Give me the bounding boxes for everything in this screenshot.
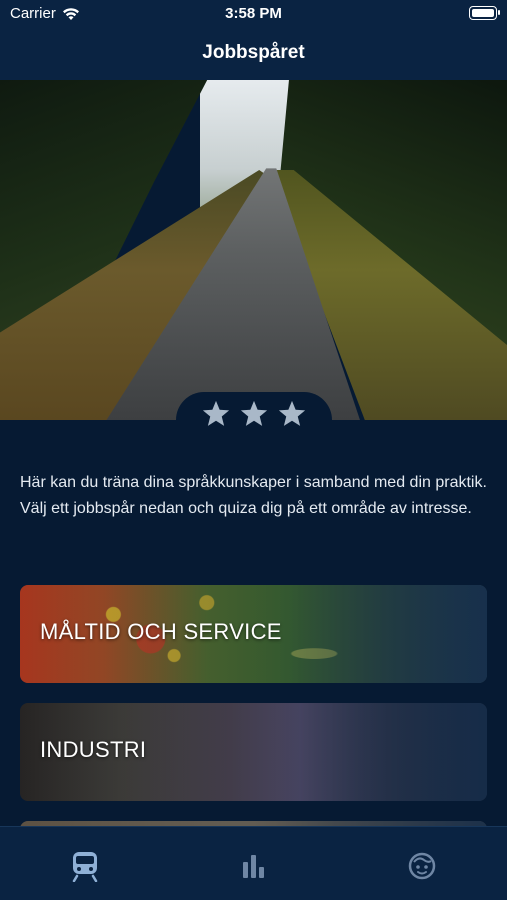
track-card-label: MÅLTID OCH SERVICE <box>40 619 282 644</box>
navigation-bar: Jobbspåret <box>0 28 507 80</box>
status-bar: Carrier 3:58 PM <box>0 0 507 28</box>
star-icon <box>278 400 306 426</box>
page-title: Jobbspåret <box>202 42 305 63</box>
face-icon <box>408 852 436 880</box>
track-card-industri[interactable]: INDUSTRI <box>20 703 487 801</box>
intro-text: Här kan du träna dina språkkunskaper i s… <box>20 474 487 517</box>
tab-stats[interactable] <box>233 849 273 883</box>
status-time: 3:58 PM <box>225 5 282 22</box>
tab-trip[interactable] <box>65 849 105 883</box>
train-icon <box>72 852 98 882</box>
star-icon <box>240 400 268 426</box>
star-icon <box>202 400 230 426</box>
tab-profile[interactable] <box>402 849 442 883</box>
stars-rating <box>176 392 332 448</box>
bar-chart-icon <box>243 855 264 878</box>
battery-icon <box>469 6 500 20</box>
tab-bar <box>0 826 507 900</box>
track-card-maltid[interactable]: MÅLTID OCH SERVICE <box>20 585 487 683</box>
hero-image <box>0 80 507 420</box>
track-card-label: INDUSTRI <box>40 737 147 762</box>
